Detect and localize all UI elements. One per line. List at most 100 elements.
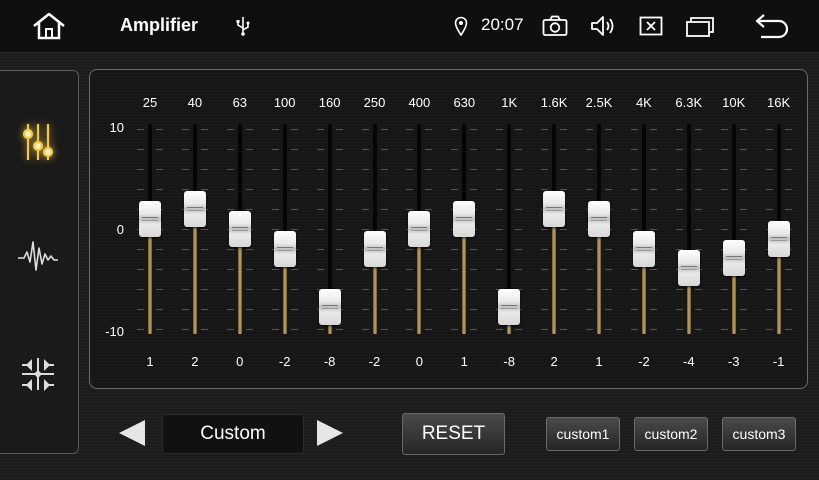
scale-tick [425, 209, 433, 210]
scale-tick [541, 189, 549, 190]
scale-tick [335, 329, 343, 330]
band-value-label: -1 [772, 354, 785, 369]
scale-tick [784, 329, 792, 330]
scale-tick [720, 309, 728, 310]
scale-tick [361, 129, 369, 130]
band-value-label: -8 [323, 354, 336, 369]
previous-preset-button[interactable] [117, 418, 147, 448]
scale-tick [694, 129, 702, 130]
scale-tick [245, 169, 253, 170]
custom1-button[interactable]: custom1 [546, 417, 620, 451]
scale-tick [541, 249, 549, 250]
band-slider-knob[interactable] [363, 230, 386, 267]
arrow-left-icon [119, 420, 145, 446]
camera-icon[interactable] [541, 13, 569, 39]
scale-tick [649, 169, 657, 170]
sidebar-item-sound-effect[interactable] [0, 223, 78, 293]
band-slider-knob[interactable] [139, 201, 161, 238]
scale-tick [425, 129, 433, 130]
volume-icon[interactable] [589, 13, 617, 39]
scale-tick [649, 209, 657, 210]
scale-tick [245, 149, 253, 150]
scale-tick [541, 149, 549, 150]
scale-tick [560, 229, 568, 230]
sidebar [0, 70, 79, 454]
scale-tick [200, 129, 208, 130]
recent-apps-icon[interactable] [684, 13, 716, 39]
band-frequency-label: 63 [232, 95, 248, 110]
scale-tick [271, 329, 279, 330]
scale-tick [739, 329, 747, 330]
scale-tick [271, 129, 279, 130]
next-preset-button[interactable] [315, 418, 345, 448]
scale-tick [630, 309, 638, 310]
preset-name-display: Custom [162, 414, 304, 454]
scale-tick [335, 249, 343, 250]
scale-tick [694, 309, 702, 310]
reset-label: RESET [421, 423, 486, 444]
band-frequency-label: 25 [142, 95, 158, 110]
scale-tick [245, 189, 253, 190]
scale-tick [451, 169, 459, 170]
band-slider-knob[interactable] [273, 230, 296, 267]
home-icon[interactable] [30, 11, 68, 41]
scale-tick [675, 289, 683, 290]
scale-tick [675, 149, 683, 150]
scale-tick [226, 289, 234, 290]
scale-tick [425, 289, 433, 290]
custom3-button[interactable]: custom3 [722, 417, 796, 451]
scale-tick [470, 269, 478, 270]
band-value-label: -3 [727, 354, 740, 369]
scale-tick [649, 189, 657, 190]
scale-tick [335, 229, 343, 230]
band-slider-knob[interactable] [228, 211, 251, 247]
scale-tick [200, 269, 208, 270]
band-slider-knob[interactable] [543, 191, 566, 228]
scale-label-min: -10 [105, 324, 124, 339]
scale-tick [406, 149, 414, 150]
scale-tick [784, 269, 792, 270]
scale-tick [496, 229, 504, 230]
scale-tick [630, 129, 638, 130]
scale-tick [451, 129, 459, 130]
scale-tick [675, 129, 683, 130]
band-slider-knob[interactable] [318, 289, 341, 326]
band-value-label: -2 [278, 354, 291, 369]
scale-tick [720, 229, 728, 230]
close-window-icon[interactable] [638, 14, 664, 38]
scale-tick [271, 209, 279, 210]
scale-tick [586, 189, 593, 190]
band-value-label: -2 [368, 354, 381, 369]
band-frequency-label: 630 [453, 95, 476, 110]
band-slider-knob[interactable] [767, 220, 790, 257]
scale-tick [470, 249, 478, 250]
band-slider-knob[interactable] [677, 250, 700, 287]
band-slider-knob[interactable] [722, 240, 745, 277]
scale-tick [515, 229, 523, 230]
scale-tick [739, 149, 747, 150]
sidebar-item-balance-fader[interactable] [0, 341, 78, 411]
band-slider-knob[interactable] [498, 289, 521, 326]
scale-tick [156, 329, 163, 330]
app-title: Amplifier [120, 15, 199, 35]
scale-tick [137, 269, 144, 270]
scale-tick [630, 189, 638, 190]
band-slider-knob[interactable] [453, 201, 476, 238]
scale-tick [560, 249, 568, 250]
band-slider-knob[interactable] [632, 230, 655, 267]
band-slider-knob[interactable] [588, 201, 610, 238]
scale-tick [496, 269, 504, 270]
scale-tick [470, 169, 478, 170]
scale-tick [406, 329, 414, 330]
band-slider-knob[interactable] [183, 191, 206, 228]
balance-fader-icon [18, 354, 58, 399]
scale-tick [316, 189, 324, 190]
back-icon[interactable] [752, 12, 792, 40]
band-slider-knob[interactable] [408, 211, 431, 247]
reset-button[interactable]: RESET [402, 413, 505, 455]
equalizer-sliders-icon [18, 120, 58, 169]
sidebar-item-equalizer[interactable] [0, 109, 78, 179]
scale-tick [560, 129, 568, 130]
custom2-button[interactable]: custom2 [634, 417, 708, 451]
scale-tick [515, 169, 523, 170]
